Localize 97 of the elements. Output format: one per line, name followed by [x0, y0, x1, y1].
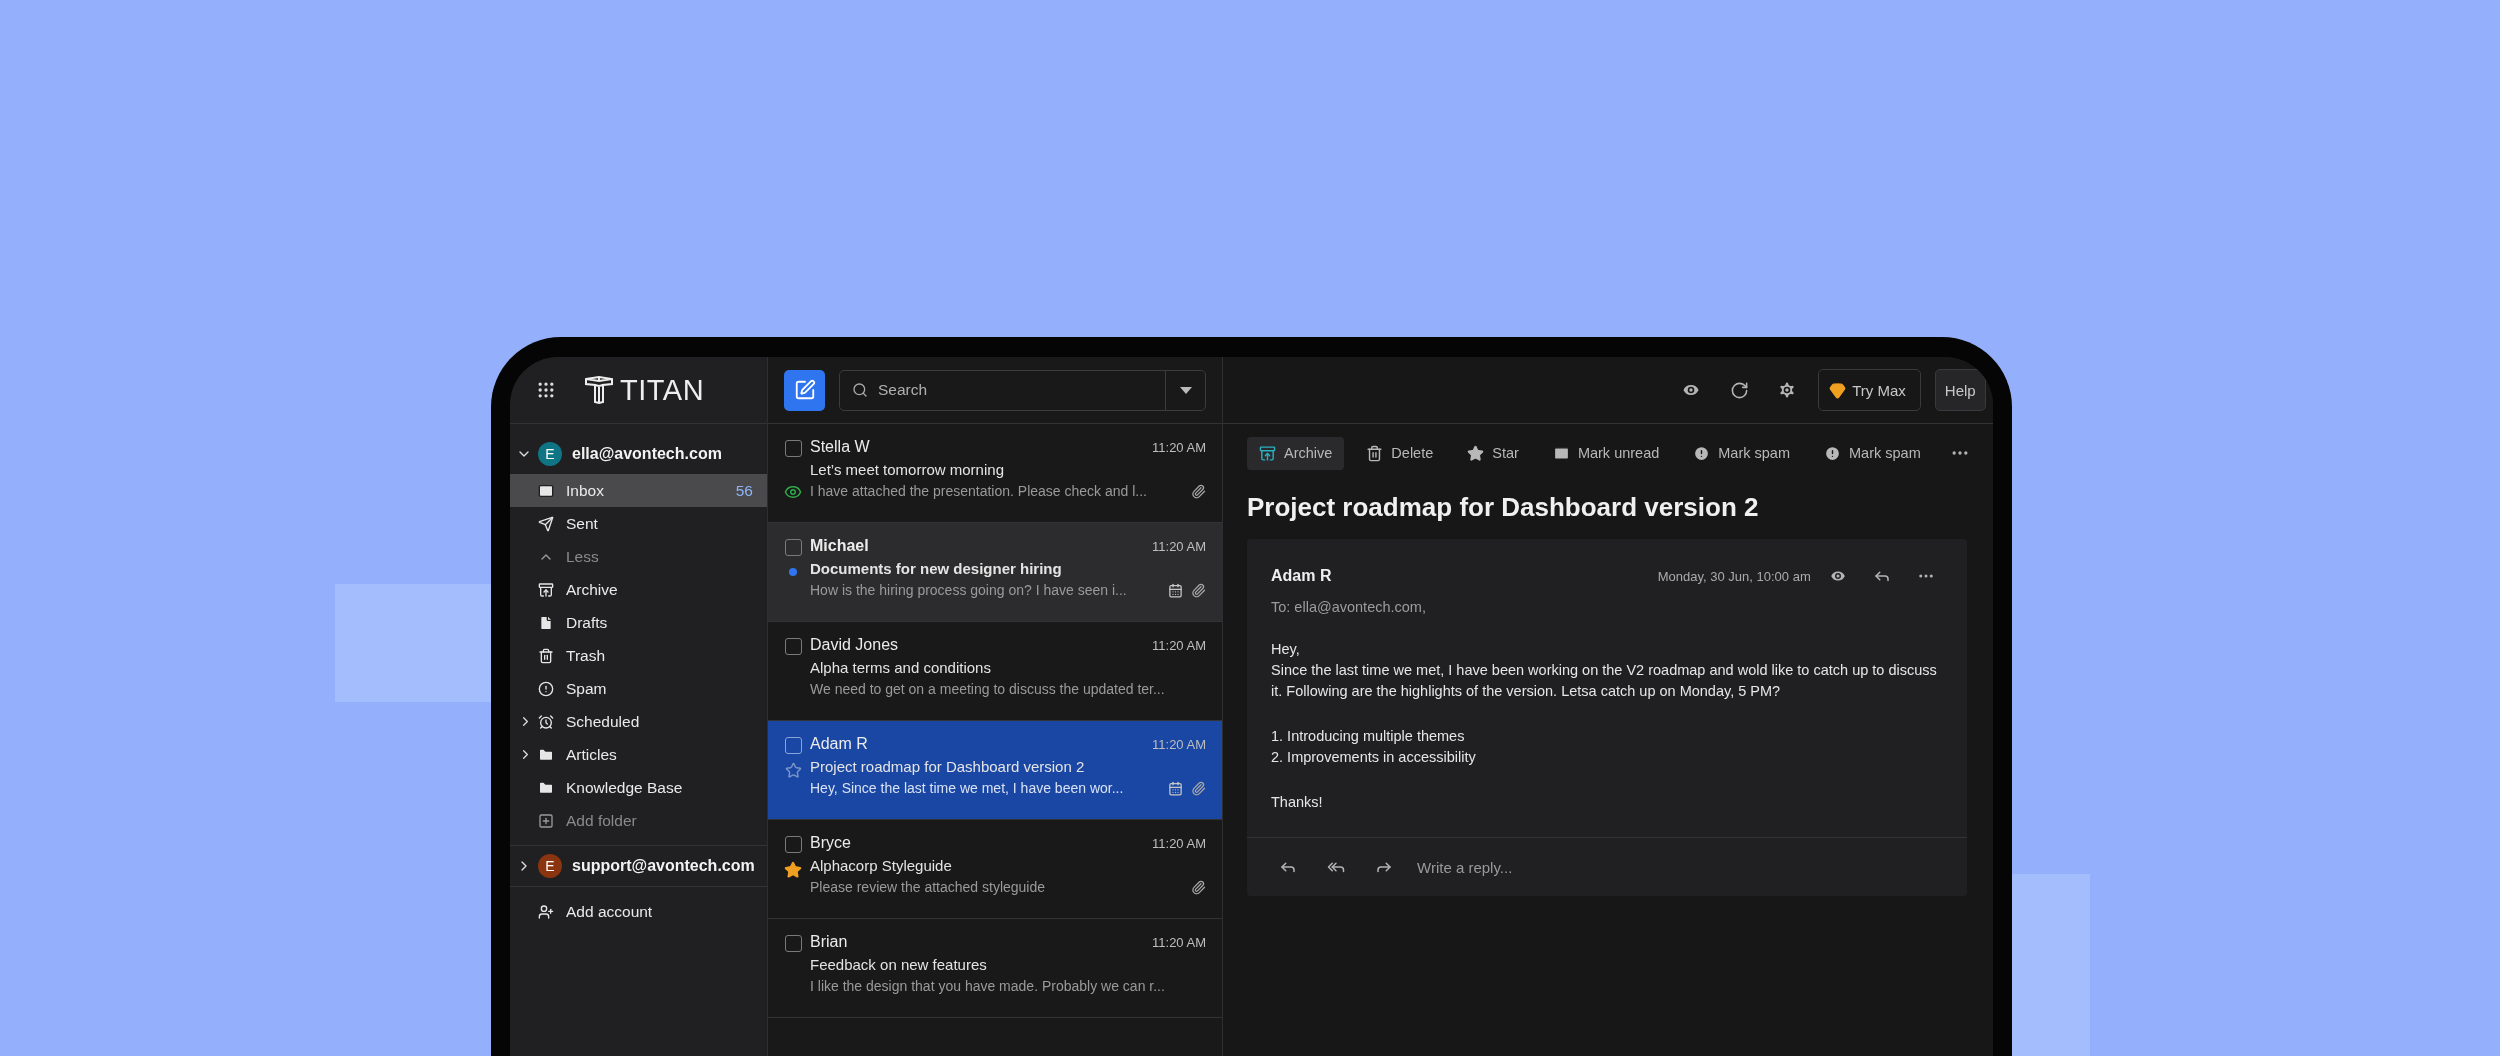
apps-grid-icon[interactable] [536, 380, 556, 400]
toolbar-button[interactable]: Star [1455, 436, 1531, 470]
mail-preview: Please review the attached styleguide [810, 879, 1047, 895]
folder-icon [538, 779, 554, 796]
mail-time: 11:20 AM [1152, 934, 1206, 950]
file-icon [538, 614, 554, 631]
search-field[interactable]: Search [839, 369, 1206, 411]
user-plus-icon [538, 903, 554, 920]
mail-subject: Documents for new designer hiring [810, 560, 1063, 577]
sidebar-item[interactable]: Knowledge Base [510, 771, 767, 804]
compose-icon [793, 379, 816, 401]
search-input[interactable]: Search [876, 380, 1157, 400]
checkbox[interactable] [784, 638, 802, 655]
mail-row[interactable]: Bryce 11:20 AM Alphacorp Styleguide Please review the attached styleguide [768, 820, 1222, 919]
alarm-clock-icon [538, 713, 554, 730]
mail-sender: Stella W [810, 438, 870, 456]
account-email[interactable]: ella@avontech.com [572, 445, 722, 463]
account-avatar: E [538, 442, 562, 466]
mail-subject: Feedback on new features [810, 956, 988, 973]
alert-icon [1693, 444, 1711, 462]
sidebar-item[interactable]: Articles [510, 738, 767, 771]
mail-time: 11:20 AM [1152, 637, 1206, 653]
search-icon [852, 382, 868, 398]
mail-time: 11:20 AM [1152, 736, 1206, 752]
trash-icon [1366, 444, 1384, 462]
mail-sender: Brian [810, 933, 848, 951]
message-text: 1. Introducing multiple themes [1271, 727, 1466, 746]
mail-preview: I have attached the presentation. Please check and l... [810, 483, 1148, 499]
folder-icon [538, 746, 554, 763]
message-text: Hey, [1271, 640, 1301, 659]
toolbar-button[interactable]: Mark spam [1681, 436, 1802, 470]
message-text: Thanks! [1271, 793, 1324, 812]
message-recipient: To: ella@avontech.com, [1271, 599, 1427, 615]
mail-row[interactable]: Brian 11:20 AM Feedback on new features I like the design that you have made. Probably we can r... [768, 919, 1222, 1018]
mail-preview: We need to get on a meeting to discuss the updated ter... [810, 681, 1166, 697]
sidebar-item[interactable]: Trash [510, 639, 767, 672]
mail-preview: I like the design that you have made. Probably we can r... [810, 978, 1166, 994]
try-max-button[interactable]: Try Max [1818, 369, 1921, 411]
archive-icon [538, 581, 554, 598]
mail-time: 11:20 AM [1152, 538, 1206, 554]
message-title: Project roadmap for Dashboard version 2 [1247, 492, 1760, 523]
checkbox[interactable] [784, 440, 802, 457]
toolbar-button[interactable]: Delete [1354, 436, 1446, 470]
mail-time: 11:20 AM [1152, 439, 1206, 455]
unread-count: 56 [735, 481, 753, 500]
mail-row[interactable]: Adam R 11:20 AM Project roadmap for Dashboard version 2 Hey, Since the last time we met, I have been wor... [768, 721, 1222, 820]
message-date: Monday, 30 Jun, 10:00 am [1657, 568, 1811, 584]
sidebar-item[interactable]: Sent [510, 507, 767, 540]
plus-square-icon [538, 812, 554, 829]
checkbox[interactable] [784, 935, 802, 952]
checkbox[interactable] [784, 737, 802, 754]
trash-icon [538, 647, 554, 664]
mail-sender: Michael [810, 537, 869, 555]
compose-button[interactable] [784, 369, 825, 411]
app-logo: TITAN [620, 373, 705, 407]
cube-logo-icon [584, 376, 614, 404]
reply-field[interactable]: Write a reply... [1415, 857, 1943, 877]
mail-subject: Alphacorp Styleguide [810, 857, 953, 874]
mail-row[interactable]: Michael 11:20 AM Documents for new designer hiring How is the hiring process going on? I have seen i... [768, 523, 1222, 622]
unread-dot [789, 568, 797, 576]
help-button[interactable]: Help [1934, 369, 1986, 411]
star-icon[interactable] [784, 861, 802, 879]
star-icon [1467, 444, 1485, 462]
sidebar-item[interactable]: Scheduled [510, 705, 767, 738]
message-text: Since the last time we met, I have been working on the V2 roadmap and wold like to catch up to discuss it. Following are the highlights of the version. Letsa catch up on Monday, 5 PM? [1271, 661, 1938, 701]
star-outline-icon[interactable] [784, 762, 802, 779]
sidebar-item[interactable]: Drafts [510, 606, 767, 639]
sidebar-item[interactable]: Archive [510, 573, 767, 606]
add-account[interactable]: Add account [510, 895, 767, 928]
toolbar-button[interactable]: Archive [1247, 436, 1345, 470]
message-text: 2. Improvements in accessibility [1271, 748, 1477, 767]
sidebar-item[interactable]: Spam [510, 672, 767, 705]
checkbox[interactable] [784, 836, 802, 853]
mail-subject: Let’s meet tomorrow morning [810, 461, 1005, 478]
mail-time: 11:20 AM [1152, 835, 1206, 851]
message-sender: Adam R [1271, 567, 1332, 585]
toolbar-button[interactable]: Mark spam [1812, 436, 1933, 470]
mail-subject: Alpha terms and conditions [810, 659, 992, 676]
alert-icon [538, 680, 554, 697]
account-email[interactable]: support@avontech.com [572, 857, 755, 875]
mail-sender: Bryce [810, 834, 851, 852]
mail-sender: Adam R [810, 735, 868, 753]
checkbox[interactable] [784, 539, 802, 556]
mail-preview: How is the hiring process going on? I have seen i... [810, 582, 1128, 598]
caret-down-icon [1179, 386, 1192, 394]
mail-subject: Project roadmap for Dashboard version 2 [810, 758, 1086, 775]
mail-preview: Hey, Since the last time we met, I have been wor... [810, 780, 1125, 796]
send-icon [538, 515, 554, 532]
alert-icon [1824, 444, 1841, 462]
sidebar-action[interactable]: Add folder [510, 804, 767, 837]
toolbar-button[interactable]: Mark unread [1540, 436, 1672, 470]
sidebar-action[interactable]: Less [510, 540, 767, 573]
gem-icon [1829, 381, 1847, 399]
sidebar-item[interactable]: Inbox 56 [510, 474, 767, 507]
archive-icon [1259, 444, 1276, 462]
mail-sender: David Jones [810, 636, 899, 654]
account-avatar: E [538, 854, 562, 878]
